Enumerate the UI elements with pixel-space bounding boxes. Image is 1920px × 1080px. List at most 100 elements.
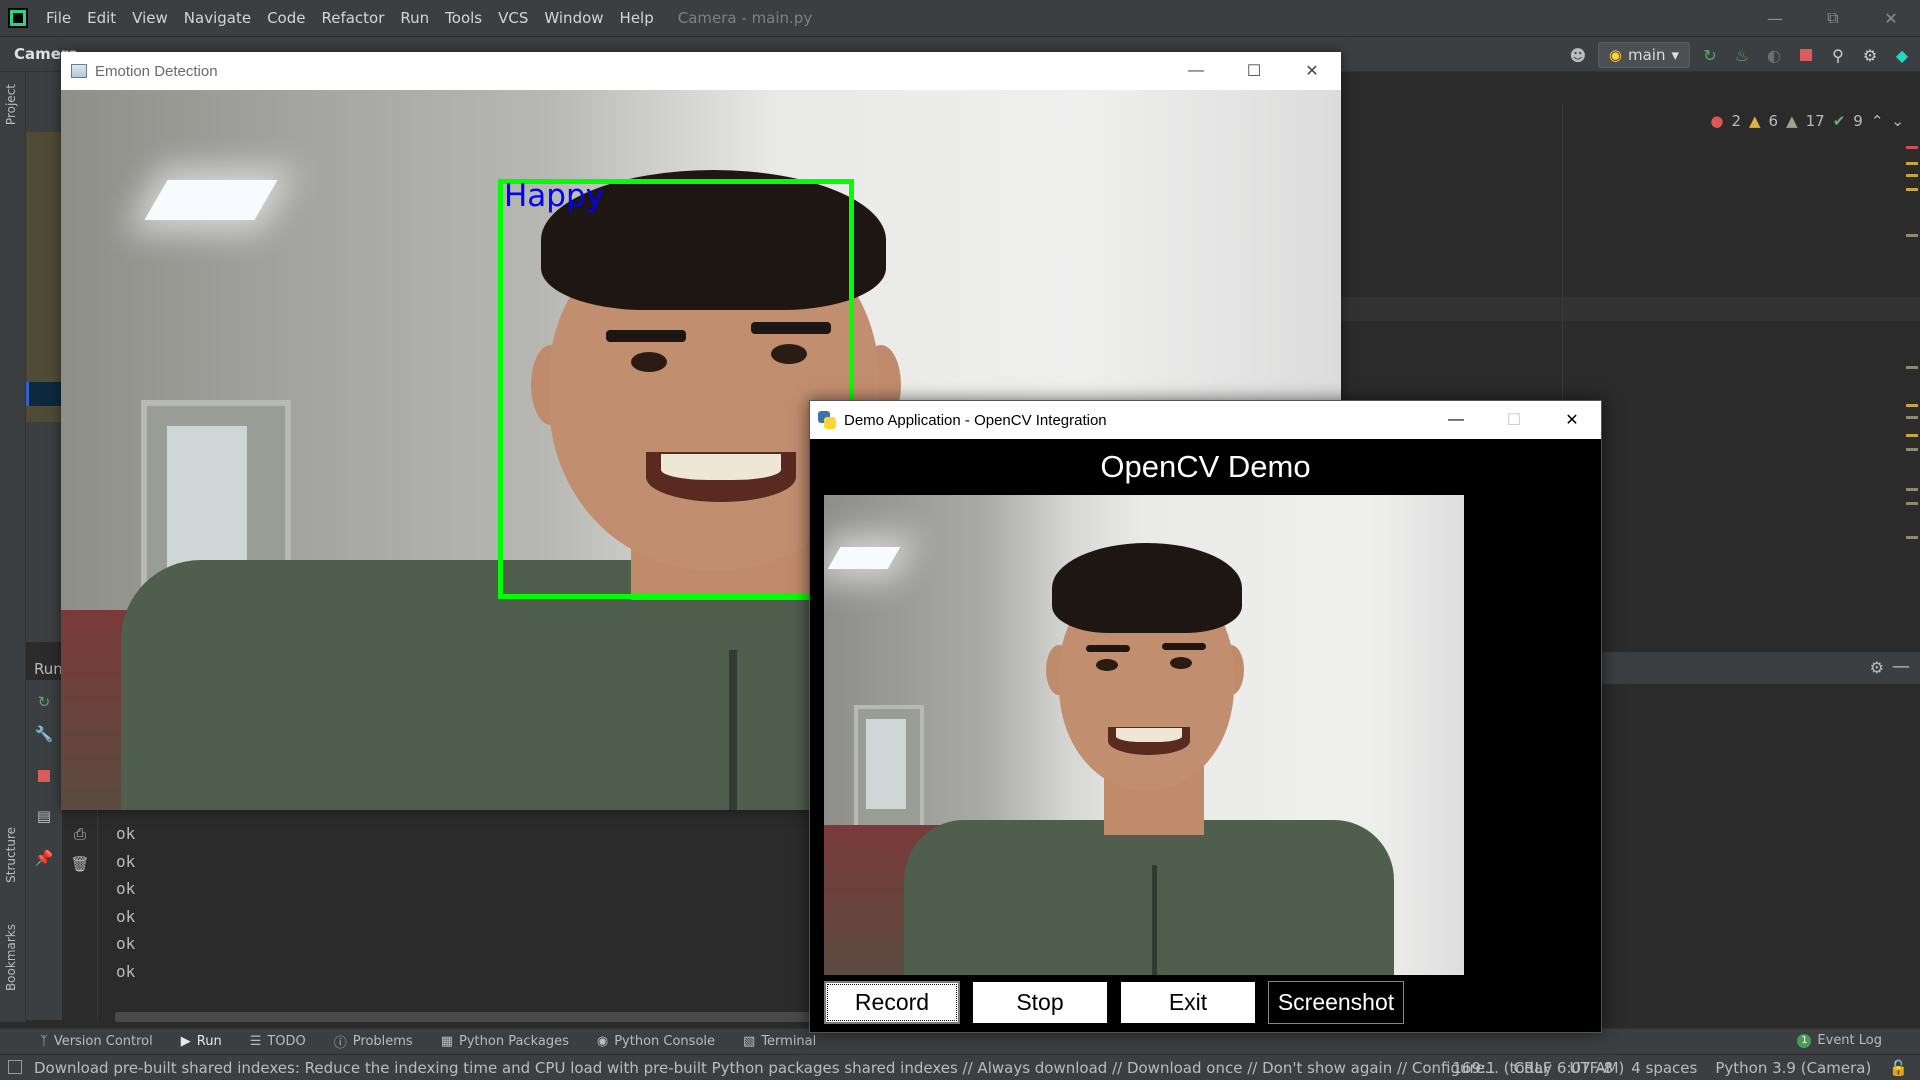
bookmarks-tool-tab[interactable]: Bookmarks	[4, 924, 18, 991]
face-bounding-box	[498, 179, 854, 599]
warning-mark[interactable]	[1906, 404, 1918, 407]
trash-icon[interactable]: 🗑	[70, 854, 90, 874]
close-icon[interactable]: ✕	[1862, 0, 1920, 36]
demo-window-titlebar[interactable]: Demo Application - OpenCV Integration — …	[810, 401, 1601, 439]
weak-warning-icon: ▲	[1786, 112, 1798, 130]
emotion-window-title: Emotion Detection	[95, 62, 218, 80]
door-window	[167, 426, 247, 576]
gear-icon[interactable]: ⚙	[1858, 43, 1882, 67]
stop-icon[interactable]	[34, 766, 54, 786]
menu-navigate[interactable]: Navigate	[176, 9, 259, 27]
user-icon[interactable]: ☻	[1566, 43, 1590, 67]
lock-icon[interactable]: 🔓	[1889, 1059, 1908, 1077]
gear-icon[interactable]: ⚙	[1870, 658, 1884, 677]
console-horizontal-scrollbar[interactable]	[115, 1012, 815, 1022]
chevron-up-icon[interactable]: ⌃	[1871, 112, 1884, 130]
file-encoding[interactable]: UTF-8	[1569, 1059, 1613, 1077]
background-door	[854, 705, 924, 835]
pin-icon[interactable]: 📌	[34, 848, 54, 868]
project-tool-tab[interactable]: Project	[4, 84, 18, 125]
line-separator[interactable]: CRLF	[1514, 1059, 1552, 1077]
tab-run[interactable]: ▶ Run	[181, 1034, 222, 1049]
event-log-button[interactable]: 1 Event Log	[1797, 1033, 1882, 1048]
error-stripe[interactable]	[1900, 104, 1920, 1044]
close-icon[interactable]: ✕	[1283, 52, 1341, 90]
rerun-icon[interactable]: ↻	[1698, 43, 1722, 67]
coverage-icon[interactable]: ◐	[1762, 43, 1786, 67]
jetbrains-icon[interactable]: ◆	[1890, 43, 1914, 67]
screenshot-button[interactable]: Screenshot	[1268, 981, 1404, 1024]
menu-code[interactable]: Code	[259, 9, 313, 27]
tab-terminal[interactable]: ▧ Terminal	[743, 1034, 816, 1049]
minimize-icon[interactable]: —	[1427, 401, 1485, 439]
warning-mark[interactable]	[1906, 434, 1918, 437]
status-message[interactable]: Download pre-built shared indexes: Reduc…	[34, 1059, 1624, 1077]
weak-warning-mark[interactable]	[1906, 448, 1918, 451]
structure-tool-tab[interactable]: Structure	[4, 827, 18, 883]
weak-warning-mark[interactable]	[1906, 502, 1918, 505]
stop-button[interactable]: Stop	[972, 981, 1108, 1024]
emotion-window-titlebar[interactable]: Emotion Detection — ☐ ✕	[61, 52, 1341, 90]
status-toggle-icon[interactable]	[8, 1060, 22, 1074]
warning-mark[interactable]	[1906, 174, 1918, 177]
check-icon: ✔	[1832, 112, 1846, 130]
layout-icon[interactable]: ▤	[34, 806, 54, 826]
hide-panel-icon[interactable]: —	[1892, 656, 1910, 677]
stop-icon[interactable]	[1794, 43, 1818, 67]
pycharm-logo-icon	[8, 8, 28, 28]
tab-version-control[interactable]: ᛉ Version Control	[40, 1034, 153, 1049]
inspection-widget[interactable]: ● 2 ▲ 6 ▲ 17 ✔ 9 ⌃ ⌄	[1710, 112, 1904, 130]
indent-setting[interactable]: 4 spaces	[1631, 1059, 1697, 1077]
run-console[interactable]: ok ok ok ok ok ok	[98, 810, 810, 1015]
warning-mark[interactable]	[1906, 188, 1918, 191]
weak-warning-mark[interactable]	[1906, 366, 1918, 369]
ceiling-light	[144, 180, 278, 220]
tab-python-packages[interactable]: ▦ Python Packages	[441, 1034, 569, 1049]
tab-python-console[interactable]: ◉ Python Console	[597, 1034, 715, 1049]
tab-label: Python Console	[614, 1034, 716, 1049]
menu-help[interactable]: Help	[612, 9, 662, 27]
debug-icon[interactable]: ♨	[1730, 43, 1754, 67]
maximize-icon[interactable]: ☐	[1225, 52, 1283, 90]
video-preview	[824, 495, 1464, 975]
minimize-icon[interactable]: —	[1746, 0, 1804, 36]
console-line: ok	[116, 879, 136, 899]
window-app-icon	[71, 64, 87, 78]
minimize-icon[interactable]: —	[1167, 52, 1225, 90]
restore-icon[interactable]: ⧉	[1804, 0, 1862, 36]
weak-warning-mark[interactable]	[1906, 416, 1918, 419]
warning-mark[interactable]	[1906, 162, 1918, 165]
weak-warning-mark[interactable]	[1906, 234, 1918, 237]
play-icon: ▶	[180, 1034, 191, 1049]
project-tree-selected-row[interactable]	[26, 382, 62, 406]
person-brow	[1162, 643, 1206, 650]
menu-vcs[interactable]: VCS	[490, 9, 536, 27]
tab-todo[interactable]: ☰ TODO	[250, 1034, 306, 1049]
menu-tools[interactable]: Tools	[437, 9, 490, 27]
exit-button[interactable]: Exit	[1120, 981, 1256, 1024]
menu-run[interactable]: Run	[392, 9, 437, 27]
close-icon[interactable]: ✕	[1543, 401, 1601, 439]
menu-file[interactable]: File	[38, 9, 79, 27]
wrench-icon[interactable]: 🔧	[34, 724, 54, 744]
weak-warning-mark[interactable]	[1906, 536, 1918, 539]
menu-window[interactable]: Window	[536, 9, 611, 27]
run-panel-title: Run	[34, 660, 63, 678]
tab-problems[interactable]: ⓘ Problems	[334, 1032, 413, 1051]
print-icon[interactable]: ⎙	[70, 824, 90, 844]
menu-refactor[interactable]: Refactor	[313, 9, 392, 27]
search-icon[interactable]: ⚲	[1826, 43, 1850, 67]
terminal-icon: ▧	[743, 1034, 756, 1049]
weak-warning-mark[interactable]	[1906, 488, 1918, 491]
run-config-select[interactable]: ◉ main ▾	[1597, 42, 1690, 68]
record-button[interactable]: Record	[824, 981, 960, 1024]
console-line: ok	[116, 851, 136, 871]
run-panel-header: Run	[26, 650, 63, 680]
warning-count: 6	[1768, 112, 1779, 130]
error-mark[interactable]	[1906, 146, 1918, 149]
menu-view[interactable]: View	[124, 9, 176, 27]
python-interpreter[interactable]: Python 3.9 (Camera)	[1715, 1059, 1871, 1077]
caret-position[interactable]: 169:1	[1452, 1059, 1495, 1077]
menu-edit[interactable]: Edit	[79, 9, 124, 27]
rerun-icon[interactable]: ↻	[34, 692, 54, 712]
